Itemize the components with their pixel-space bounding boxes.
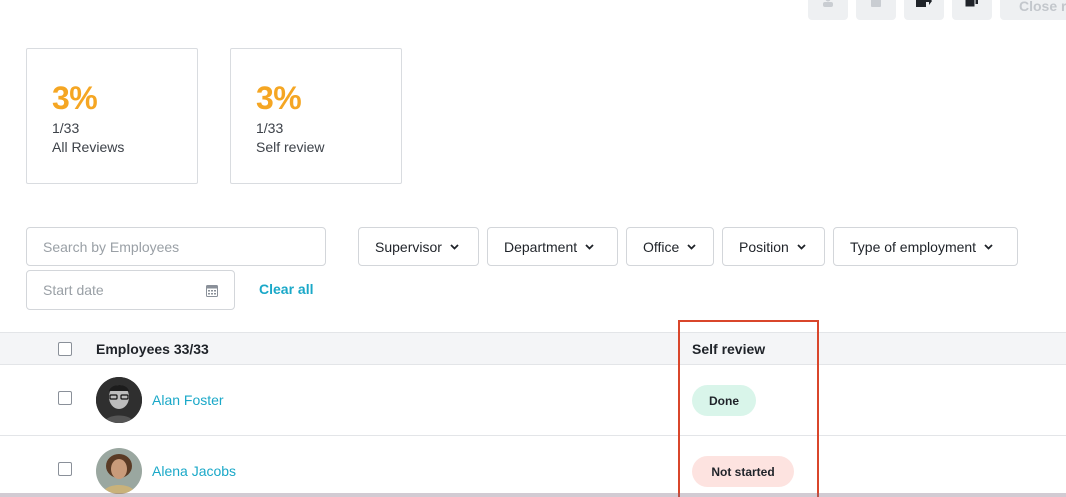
type-of-employment-filter[interactable]: Type of employment (833, 227, 1018, 266)
stat-label: Self review (256, 139, 325, 155)
stat-percent: 3% (256, 80, 302, 116)
stat-fraction: 1/33 (256, 120, 284, 136)
stat-percent: 3% (52, 80, 98, 116)
chevron-down-icon (797, 243, 806, 250)
position-filter[interactable]: Position (722, 227, 825, 266)
table-row[interactable]: Alena Jacobs Not started (0, 436, 1066, 497)
dropdown-label: Office (643, 238, 680, 255)
bottom-divider (0, 493, 1066, 497)
search-input[interactable] (26, 227, 326, 266)
chevron-down-icon (585, 243, 594, 250)
start-date-field[interactable]: Start date (26, 270, 235, 310)
employee-name-link[interactable]: Alan Foster (152, 392, 224, 408)
person-button[interactable] (808, 0, 848, 20)
chevron-down-icon (450, 243, 459, 250)
start-date-placeholder: Start date (43, 282, 104, 298)
copy-button[interactable] (952, 0, 992, 20)
stat-card-self-review: 3% 1/33 Self review (230, 48, 402, 184)
row-checkbox[interactable] (58, 462, 72, 476)
delete-button[interactable] (856, 0, 896, 20)
dropdown-label: Department (504, 238, 578, 255)
dropdown-label: Supervisor (375, 238, 442, 255)
table-row[interactable]: Alan Foster Done (0, 365, 1066, 436)
clear-all-link[interactable]: Clear all (259, 281, 313, 297)
office-filter[interactable]: Office (626, 227, 714, 266)
avatar (96, 448, 142, 494)
stat-label: All Reviews (52, 139, 125, 155)
stat-fraction: 1/33 (52, 120, 80, 136)
toolbar (808, 0, 992, 20)
dropdown-label: Type of employment (850, 238, 977, 255)
chevron-down-icon (687, 243, 696, 250)
stat-card-all-reviews: 3% 1/33 All Reviews (26, 48, 198, 184)
status-badge: Not started (692, 456, 794, 487)
employee-name-link[interactable]: Alena Jacobs (152, 463, 236, 479)
trash-icon (871, 0, 881, 7)
table-header: Employees 33/33 Self review (0, 332, 1066, 365)
export-button[interactable] (904, 0, 944, 20)
copy-icon (965, 0, 978, 7)
chevron-down-icon (984, 243, 993, 250)
row-checkbox[interactable] (58, 391, 72, 405)
person-icon (823, 0, 833, 7)
export-icon (916, 0, 932, 7)
supervisor-filter[interactable]: Supervisor (358, 227, 479, 266)
department-filter[interactable]: Department (487, 227, 618, 266)
dropdown-label: Position (739, 238, 789, 255)
avatar (96, 377, 142, 423)
employees-column-header[interactable]: Employees 33/33 (96, 341, 209, 357)
calendar-icon (206, 284, 218, 297)
self-review-column-header[interactable]: Self review (692, 341, 765, 357)
close-review-button[interactable]: Close r (1000, 0, 1066, 20)
select-all-checkbox[interactable] (58, 342, 72, 356)
status-badge: Done (692, 385, 756, 416)
